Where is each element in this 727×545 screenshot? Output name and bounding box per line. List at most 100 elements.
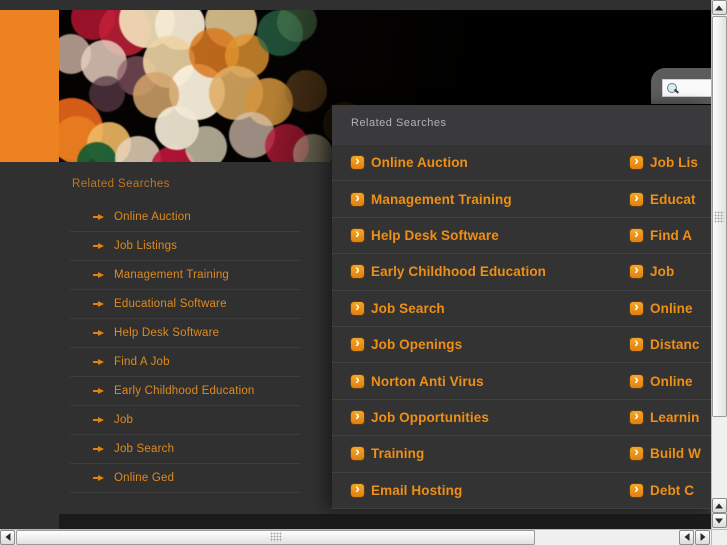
- chevron-right-box-icon: [351, 407, 364, 424]
- chevron-right-box-icon: [630, 443, 643, 461]
- scroll-right-button[interactable]: [695, 529, 710, 545]
- overlay-link[interactable]: Online: [622, 291, 711, 326]
- search-box[interactable]: [662, 79, 711, 97]
- search-input[interactable]: [679, 82, 711, 94]
- list-item[interactable]: Find A Job: [70, 348, 300, 377]
- list-item-label: Online Ged: [114, 472, 175, 484]
- table-row: Job Opportunities Learnin: [332, 400, 711, 437]
- overlay-link[interactable]: Educat: [622, 181, 711, 216]
- scroll-down-button[interactable]: [711, 513, 727, 528]
- overlay-link-label: Learnin: [650, 409, 700, 425]
- arrow-right-icon: [93, 271, 105, 279]
- overlay-link[interactable]: Help Desk Software: [332, 218, 622, 253]
- list-item-label: Job Search: [114, 443, 175, 455]
- overlay-link[interactable]: Job Opportunities: [332, 400, 622, 435]
- horizontal-scrollbar[interactable]: [0, 529, 711, 545]
- overlay-link[interactable]: Job Search: [332, 291, 622, 326]
- triangle-left-icon: [684, 533, 689, 541]
- overlay-link[interactable]: Debt C: [622, 473, 711, 508]
- list-item[interactable]: Job Search: [70, 435, 300, 464]
- chevron-right-box-icon: [351, 189, 364, 206]
- chevron-right-box-icon: [351, 152, 364, 170]
- overlay-link-label: Online Auction: [371, 155, 468, 171]
- scroll-up-button-secondary[interactable]: [711, 498, 727, 513]
- list-item[interactable]: Management Training: [70, 261, 300, 290]
- list-item[interactable]: Help Desk Software: [70, 319, 300, 348]
- overlay-link-label: Training: [371, 446, 425, 462]
- chevron-right-box-icon: [351, 443, 364, 461]
- list-item[interactable]: Early Childhood Education: [70, 377, 300, 406]
- overlay-link-label: Debt C: [650, 482, 695, 498]
- list-item[interactable]: Educational Software: [70, 290, 300, 319]
- chevron-right-box-icon: [630, 298, 643, 315]
- table-row: Training Build W: [332, 436, 711, 473]
- overlay-link[interactable]: Distanc: [622, 327, 711, 362]
- chevron-right-box-icon: [351, 225, 364, 242]
- list-item[interactable]: Online Ged: [70, 464, 300, 493]
- sidebar-heading: Related Searches: [72, 178, 170, 190]
- scroll-left-button-secondary[interactable]: [679, 529, 694, 545]
- overlay-link[interactable]: Build W: [622, 436, 711, 471]
- horizontal-scroll-thumb[interactable]: [16, 529, 535, 545]
- scrollbar-corner: [711, 529, 727, 545]
- chevron-right-box-icon: [630, 225, 643, 242]
- overlay-link[interactable]: Job: [622, 254, 711, 289]
- list-item-label: Help Desk Software: [114, 327, 220, 339]
- table-row: Job Openings Distanc: [332, 327, 711, 364]
- overlay-link[interactable]: Job Openings: [332, 327, 622, 362]
- vertical-scrollbar[interactable]: [711, 0, 727, 529]
- scroll-left-button[interactable]: [0, 529, 15, 545]
- list-item-label: Online Auction: [114, 211, 191, 223]
- overlay-header: Related Searches: [332, 105, 711, 145]
- overlay-link[interactable]: Early Childhood Education: [332, 254, 622, 289]
- list-item[interactable]: Online Auction: [70, 203, 300, 232]
- overlay-link[interactable]: Management Training: [332, 181, 622, 216]
- chevron-right-box-icon: [351, 298, 364, 315]
- triangle-up-icon: [715, 5, 723, 10]
- overlay-link[interactable]: Learnin: [622, 400, 711, 435]
- chevron-right-box-icon: [351, 480, 364, 497]
- arrow-right-icon: [93, 445, 105, 453]
- chevron-right-box-icon: [630, 261, 643, 279]
- overlay-link-label: Job Search: [371, 300, 445, 316]
- overlay-link[interactable]: Job Lis: [622, 145, 711, 180]
- arrow-right-icon: [93, 300, 105, 308]
- table-row: Help Desk Software Find A: [332, 218, 711, 255]
- arrow-right-icon: [93, 329, 105, 337]
- brand-orange-block: [0, 10, 59, 162]
- overlay-link-label: Find A: [650, 227, 693, 243]
- page-canvas: Related Searches Online Auction Job List…: [0, 0, 711, 529]
- triangle-left-icon: [5, 533, 10, 541]
- table-row: Norton Anti Virus Online: [332, 363, 711, 400]
- vertical-scroll-thumb[interactable]: [711, 16, 727, 417]
- overlay-link[interactable]: Online Auction: [332, 145, 622, 180]
- overlay-link[interactable]: Email Hosting: [332, 473, 622, 508]
- list-item-label: Educational Software: [114, 298, 227, 310]
- overlay-link-label: Job Lis: [650, 155, 698, 171]
- overlay-link[interactable]: Norton Anti Virus: [332, 363, 622, 398]
- triangle-right-icon: [700, 533, 705, 541]
- chevron-right-box-icon: [630, 480, 643, 497]
- overlay-link[interactable]: Online: [622, 363, 711, 398]
- overlay-link-label: Educat: [650, 191, 696, 207]
- list-item-label: Job: [114, 414, 134, 426]
- arrow-right-icon: [93, 242, 105, 250]
- triangle-up-icon: [715, 503, 723, 508]
- list-item[interactable]: Job: [70, 406, 300, 435]
- search-icon: [666, 82, 679, 95]
- scroll-up-button[interactable]: [711, 0, 727, 15]
- chevron-right-box-icon: [351, 261, 364, 279]
- triangle-down-icon: [715, 518, 723, 523]
- overlay-link-label: Distanc: [650, 337, 700, 353]
- overlay-link-label: Email Hosting: [371, 482, 463, 498]
- search-panel: [651, 68, 711, 104]
- list-item[interactable]: Job Listings: [70, 232, 300, 261]
- chevron-right-box-icon: [630, 371, 643, 388]
- overlay-link[interactable]: Training: [332, 436, 622, 471]
- arrow-right-icon: [93, 358, 105, 366]
- overlay-heading: Related Searches: [351, 117, 447, 129]
- table-row: Early Childhood Education Job: [332, 254, 711, 291]
- overlay-link[interactable]: Find A: [622, 218, 711, 253]
- overlay-link-label: Online: [650, 300, 693, 316]
- overlay-link-label: Job Opportunities: [371, 409, 489, 425]
